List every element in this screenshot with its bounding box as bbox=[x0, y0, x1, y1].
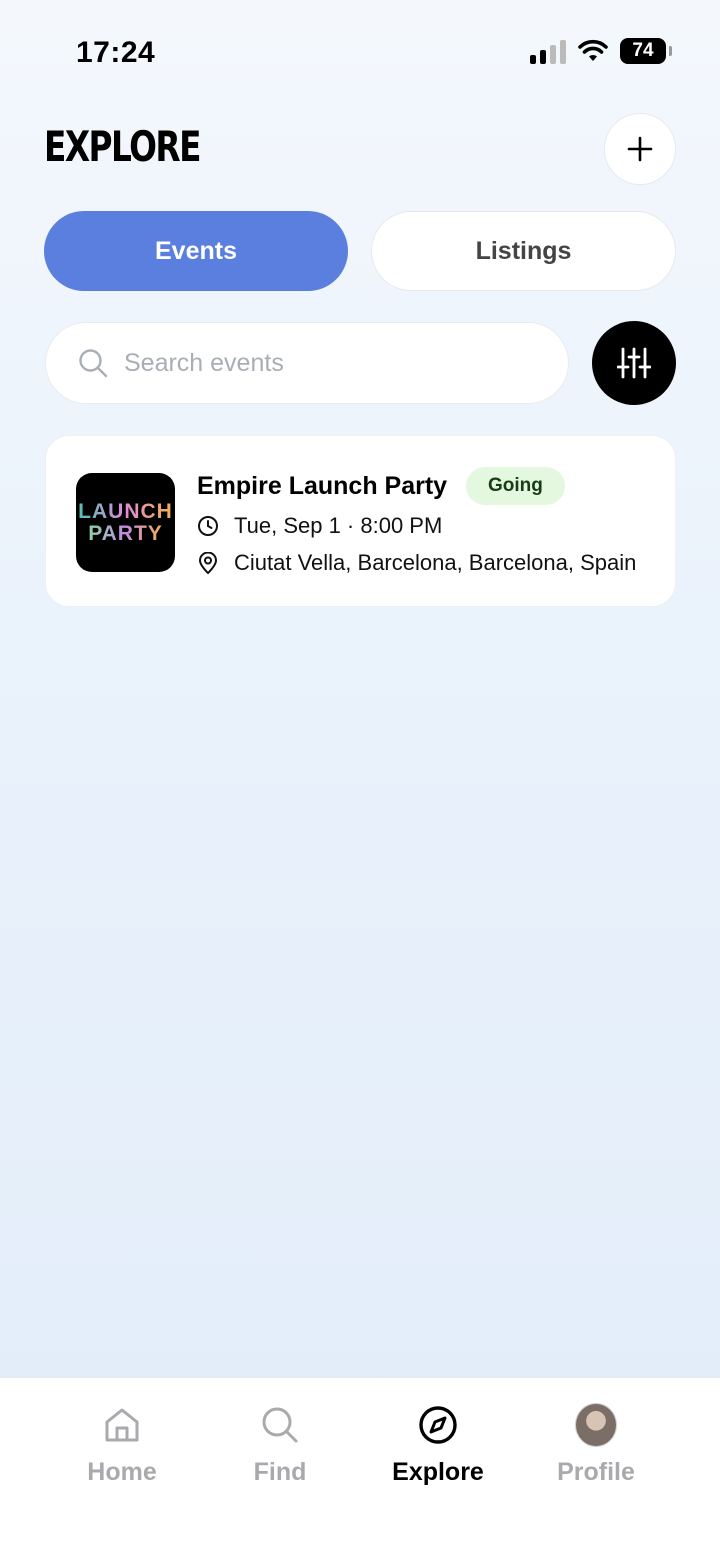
nav-item-explore[interactable]: Explore bbox=[358, 1378, 518, 1508]
clock-icon bbox=[197, 515, 219, 537]
tab-events[interactable]: Events bbox=[44, 211, 348, 291]
event-location-row: Ciutat Vella, Barcelona, Barcelona, Spai… bbox=[197, 550, 636, 576]
home-icon bbox=[101, 1404, 143, 1446]
tab-listings[interactable]: Listings bbox=[371, 211, 676, 291]
nav-label-find: Find bbox=[253, 1458, 307, 1486]
cellular-signal-icon bbox=[530, 38, 566, 64]
bottom-nav: Home Find Explore Profile bbox=[0, 1377, 720, 1561]
filter-button[interactable] bbox=[592, 321, 676, 405]
wifi-icon bbox=[578, 39, 608, 61]
battery-icon: 74 bbox=[620, 38, 672, 64]
event-date-row: Tue, Sep 1 · 8:00 PM bbox=[197, 513, 442, 539]
nav-label-home: Home bbox=[87, 1458, 157, 1486]
search-bar[interactable] bbox=[45, 322, 569, 404]
event-location: Ciutat Vella, Barcelona, Barcelona, Spai… bbox=[234, 550, 637, 575]
compass-icon bbox=[417, 1404, 459, 1446]
search-icon bbox=[259, 1404, 301, 1446]
thumbnail-text-line1: LAUNCH bbox=[78, 499, 173, 523]
status-time: 17:24 bbox=[76, 36, 156, 69]
battery-level: 74 bbox=[632, 40, 654, 61]
status-bar: 17:24 74 bbox=[0, 0, 720, 100]
status-icons: 74 bbox=[530, 38, 672, 64]
sliders-icon bbox=[617, 347, 651, 379]
event-card[interactable]: LAUNCH PARTY Empire Launch Party Going T… bbox=[45, 435, 676, 607]
nav-label-profile: Profile bbox=[557, 1458, 635, 1486]
thumbnail-text-line2: PARTY bbox=[88, 521, 163, 545]
page-title: EXPLORE bbox=[44, 122, 201, 171]
plus-icon bbox=[627, 136, 653, 162]
nav-item-find[interactable]: Find bbox=[200, 1378, 360, 1508]
avatar bbox=[575, 1403, 617, 1447]
segmented-tabs: Events Listings bbox=[44, 211, 676, 291]
search-icon bbox=[79, 349, 108, 378]
location-pin-icon bbox=[197, 552, 219, 574]
search-input[interactable] bbox=[124, 348, 524, 378]
event-title: Empire Launch Party bbox=[197, 472, 448, 500]
event-thumbnail: LAUNCH PARTY bbox=[76, 473, 175, 572]
nav-item-home[interactable]: Home bbox=[42, 1378, 202, 1508]
nav-item-profile[interactable]: Profile bbox=[516, 1378, 676, 1508]
nav-label-explore: Explore bbox=[392, 1458, 484, 1486]
add-button[interactable] bbox=[604, 113, 676, 185]
event-date: Tue, Sep 1 · 8:00 PM bbox=[234, 513, 443, 538]
status-badge: Going bbox=[466, 467, 565, 505]
